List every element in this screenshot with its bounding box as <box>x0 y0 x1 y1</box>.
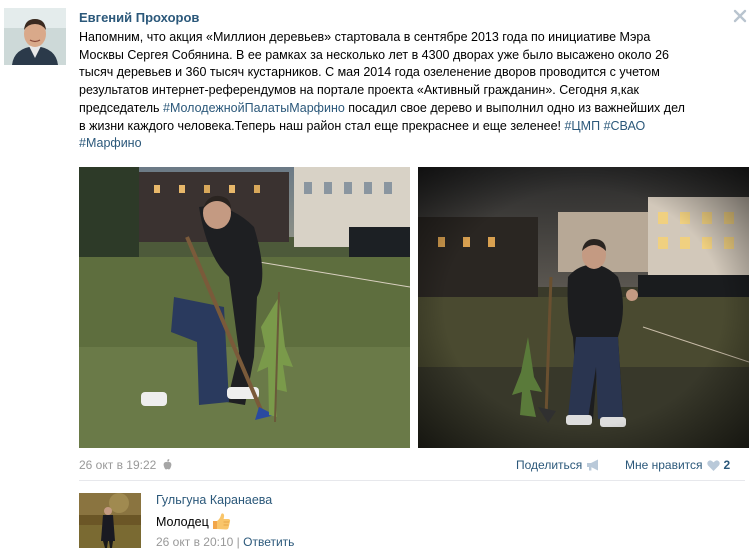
share-button[interactable]: Поделиться <box>516 458 601 472</box>
post-text-line: председатель #МолодежнойПалатыМарфино по… <box>79 100 735 118</box>
post-text-segment: в жизни каждого человека.Теперь наш райо… <box>79 118 565 133</box>
close-button[interactable] <box>733 9 747 23</box>
comment-text: Молодец <box>156 513 231 530</box>
post-photo-2[interactable] <box>418 167 749 448</box>
comment-text-content: Молодец <box>156 514 209 529</box>
post-text-segment: председатель <box>79 100 163 115</box>
post-author-link[interactable]: Евгений Прохоров <box>79 10 199 25</box>
post-text: Напомним, что акция «Миллион деревьев» с… <box>79 29 735 153</box>
like-button[interactable]: Мне нравится 2 <box>625 458 730 472</box>
thumbs-up-emoji <box>212 513 230 530</box>
post-text-line: в жизни каждого человека.Теперь наш райо… <box>79 118 735 136</box>
post-text-line: Напомним, что акция «Миллион деревьев» с… <box>79 30 651 44</box>
comment-avatar[interactable] <box>79 493 141 548</box>
reply-link[interactable]: Ответить <box>243 535 294 549</box>
post-text-segment: посадил свое дерево и выполнил одно из в… <box>344 100 685 115</box>
hashtag-link-palata[interactable]: #МолодежнойПалатыМарфино <box>163 101 345 115</box>
hashtag-link-cmp[interactable]: #ЦМП <box>564 119 600 133</box>
post-meta: 26 окт в 19:22 <box>79 458 172 472</box>
comments-divider <box>79 480 745 481</box>
megaphone-icon <box>587 459 599 471</box>
heart-icon <box>706 459 720 471</box>
hashtag-link-marfino[interactable]: #Марфино <box>79 136 142 150</box>
hashtag-link-svao[interactable]: #СВАО <box>604 119 646 133</box>
author-avatar[interactable] <box>4 8 66 65</box>
comment-date-link[interactable]: 26 окт в 20:10 <box>156 535 233 549</box>
comment-author-link[interactable]: Гульгуна Каранаева <box>156 493 272 507</box>
post-text-line: результатов интернет-референдумов на пор… <box>79 83 640 98</box>
post-text-line: тысяч деревьев и 360 тысяч кустарников. … <box>79 65 660 80</box>
post-text-line: #Марфино <box>79 135 735 153</box>
comment-meta: 26 окт в 20:10 | Ответить <box>156 535 294 549</box>
like-label: Мне нравится <box>625 458 703 472</box>
post-date-link[interactable]: 26 окт в 19:22 <box>79 458 156 472</box>
post-text-line: Москвы Сергея Собянина. В ее рамках за н… <box>79 47 669 62</box>
close-icon <box>733 9 747 23</box>
share-label: Поделиться <box>516 458 583 472</box>
apple-icon <box>163 459 172 470</box>
comment-meta-separator: | <box>236 535 240 549</box>
post-photo-1[interactable] <box>79 167 410 448</box>
like-count: 2 <box>723 458 731 472</box>
